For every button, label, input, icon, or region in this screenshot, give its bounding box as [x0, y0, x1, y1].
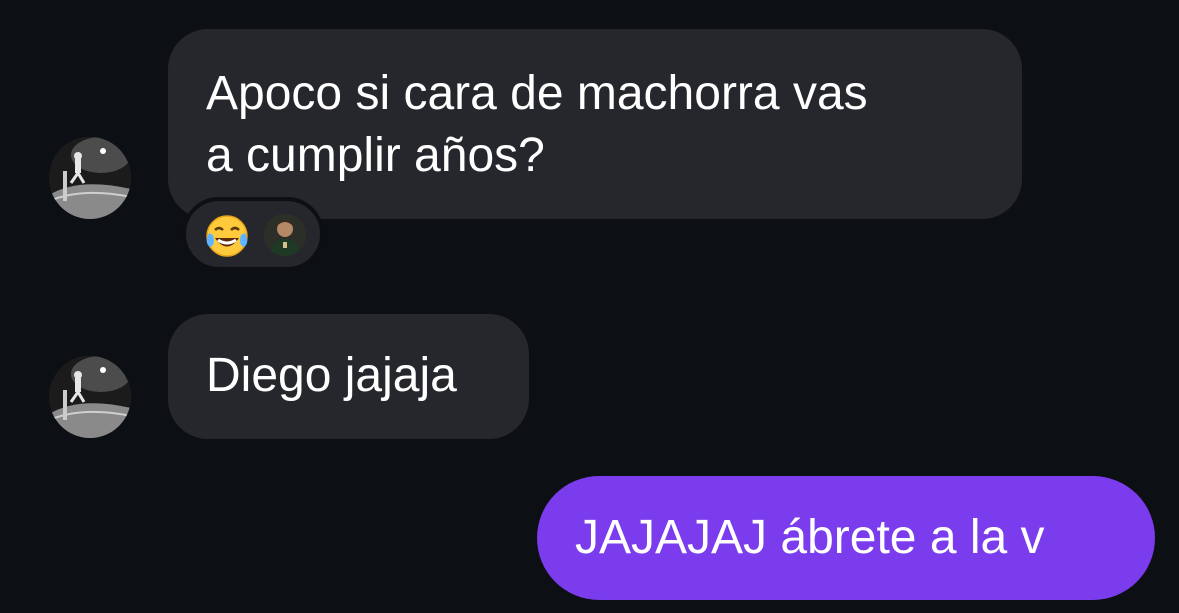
message-reactions[interactable]: [182, 197, 324, 271]
sender-avatar[interactable]: [49, 356, 131, 438]
sender-avatar[interactable]: [49, 137, 131, 219]
incoming-message-bubble[interactable]: Apoco si cara de machorra vas a cumplir …: [168, 29, 1022, 219]
reactor-avatar: [264, 214, 306, 256]
message-text-line: a cumplir años?: [206, 129, 545, 182]
message-text-line: Apoco si cara de machorra vas: [206, 67, 868, 120]
reactor-avatar-icon: [264, 214, 306, 256]
skatepark-photo-icon: [49, 137, 131, 219]
skatepark-photo-icon: [49, 356, 131, 438]
message-text: JAJAJAJ ábrete a la v: [575, 511, 1045, 564]
message-text: Diego jajaja: [206, 349, 457, 402]
outgoing-message-bubble[interactable]: JAJAJAJ ábrete a la v: [537, 476, 1155, 600]
face-with-tears-of-joy-emoji-icon: [206, 215, 248, 257]
incoming-message-bubble[interactable]: Diego jajaja: [168, 314, 529, 439]
